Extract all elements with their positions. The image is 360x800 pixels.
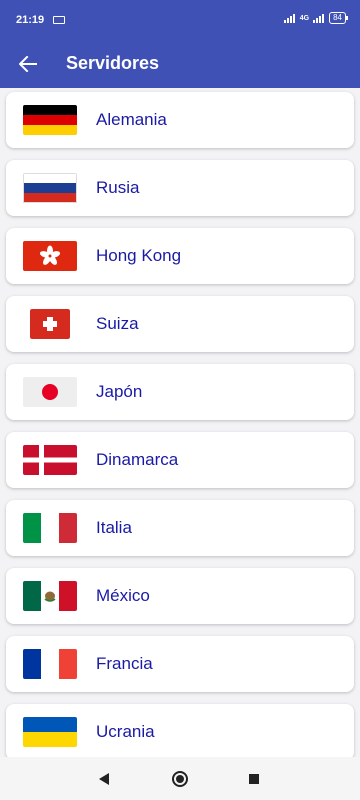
server-name: Hong Kong	[96, 246, 182, 265]
switzerland-flag-icon	[30, 309, 70, 339]
server-item-mexico[interactable]: México	[6, 568, 354, 624]
toolbar: Servidores	[0, 40, 360, 88]
russia-flag-icon	[23, 173, 77, 203]
server-item-denmark[interactable]: Dinamarca	[6, 432, 354, 488]
hong-kong-flag-icon	[23, 241, 77, 271]
server-name: Rusia	[96, 178, 140, 197]
network-type-label: 4G	[299, 14, 310, 22]
app-bar: 21:19 4G 84 Servidores	[0, 0, 360, 88]
screen-cast-icon	[53, 16, 65, 24]
ukraine-flag-icon	[23, 717, 77, 747]
nav-recents-button[interactable]	[240, 765, 268, 793]
square-recents-icon	[249, 774, 259, 784]
server-name: Suiza	[96, 314, 139, 333]
battery-icon: 84	[329, 12, 348, 24]
page-title: Servidores	[66, 53, 160, 73]
status-time: 21:19	[16, 14, 45, 26]
server-item-japan[interactable]: Japón	[6, 364, 354, 420]
status-bar: 21:19 4G 84	[0, 0, 360, 40]
server-item-russia[interactable]: Rusia	[6, 160, 354, 216]
server-name: Alemania	[96, 110, 167, 129]
mexico-flag-icon	[23, 581, 77, 611]
circle-home-icon	[172, 771, 188, 787]
server-name: Ucrania	[96, 722, 155, 741]
system-navigation-bar	[0, 757, 360, 800]
nav-back-button[interactable]	[90, 765, 118, 793]
server-item-switzerland[interactable]: Suiza	[6, 296, 354, 352]
nav-home-button[interactable]	[166, 765, 194, 793]
server-name: Japón	[96, 382, 143, 401]
signal-icon-2	[313, 13, 325, 23]
italy-flag-icon	[23, 513, 77, 543]
germany-flag-icon	[23, 105, 77, 135]
server-item-ukraine[interactable]: Ucrania	[6, 704, 354, 760]
denmark-flag-icon	[23, 445, 77, 475]
triangle-back-icon	[99, 773, 109, 785]
france-flag-icon	[23, 649, 77, 679]
japan-flag-icon	[23, 377, 77, 407]
server-name: Francia	[96, 654, 153, 673]
server-item-france[interactable]: Francia	[6, 636, 354, 692]
server-name: Italia	[96, 518, 132, 537]
signal-icon	[283, 13, 296, 23]
server-item-hong-kong[interactable]: Hong Kong	[6, 228, 354, 284]
server-item-germany[interactable]: Alemania	[6, 92, 354, 148]
back-button[interactable]	[12, 48, 44, 80]
status-icons: 4G 84	[283, 12, 348, 24]
server-name: México	[96, 586, 150, 605]
server-name: Dinamarca	[96, 450, 179, 469]
arrow-left-icon	[19, 56, 37, 72]
server-item-italy[interactable]: Italia	[6, 500, 354, 556]
